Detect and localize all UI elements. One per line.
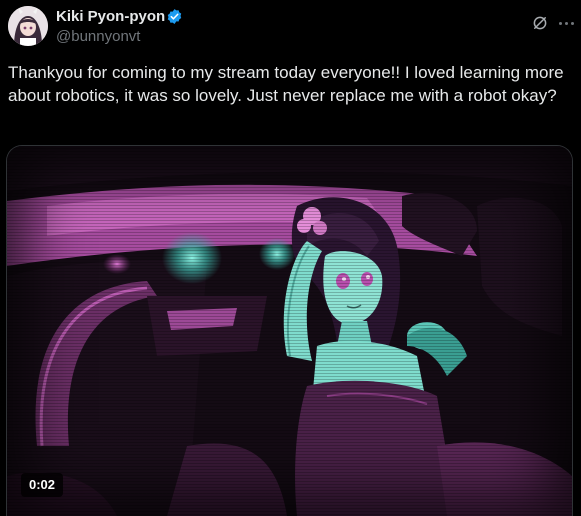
video-duration: 0:02 — [21, 473, 64, 497]
tweet: Kiki Pyon-pyon @bunnyonvt Thankyou for c… — [0, 0, 581, 516]
display-name[interactable]: Kiki Pyon-pyon — [56, 8, 165, 25]
more-icon-dot — [564, 21, 568, 25]
tweet-header: Kiki Pyon-pyon @bunnyonvt — [56, 6, 581, 46]
grok-icon — [533, 16, 547, 30]
more-options-button[interactable] — [555, 12, 577, 34]
verified-badge-icon — [166, 8, 183, 25]
grok-button[interactable] — [529, 12, 551, 34]
more-icon-dot — [570, 21, 574, 25]
avatar[interactable] — [8, 6, 48, 46]
user-handle[interactable]: @bunnyonvt — [56, 28, 140, 45]
more-icon — [558, 21, 562, 25]
video-frame — [7, 146, 572, 516]
avatar-image — [8, 6, 48, 46]
video-player[interactable]: 0:02 — [6, 145, 573, 516]
tweet-text: Thankyou for coming to my stream today e… — [8, 63, 564, 105]
